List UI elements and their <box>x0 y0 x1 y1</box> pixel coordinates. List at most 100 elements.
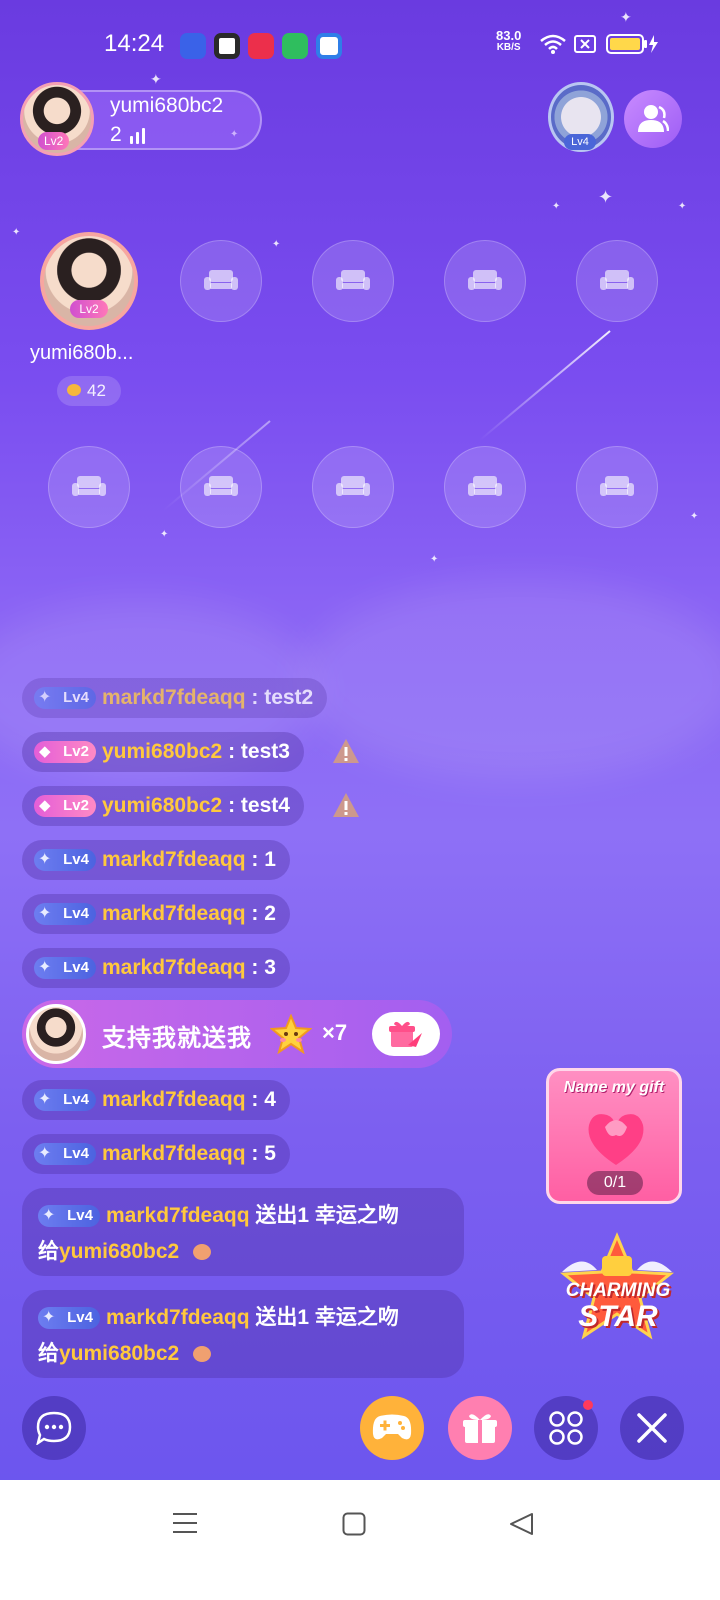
host-avatar <box>26 1004 86 1064</box>
level-badge: ✦ Lv4 <box>34 687 96 710</box>
charming-label: CHARMING <box>565 1280 671 1301</box>
chat-message[interactable]: ◆ Lv2 yumi680bc2 : test3 <box>22 732 304 772</box>
empty-seat[interactable] <box>48 446 130 528</box>
chat-message[interactable]: ◆ Lv2 yumi680bc2 : test4 <box>22 786 304 826</box>
star-decoration: ✦ <box>552 201 561 212</box>
sofa-icon <box>600 476 634 496</box>
support-count: ×7 <box>322 1020 348 1045</box>
online-count: 2 <box>110 123 122 146</box>
support-gift-banner[interactable]: 支持我就送我 ×7 <box>22 1000 452 1068</box>
people-icon <box>638 105 669 132</box>
sofa-icon <box>336 476 370 496</box>
audience-button[interactable] <box>624 90 682 148</box>
chat-message[interactable]: ✦ Lv4 markd7fdeaqq : 1 <box>22 840 290 880</box>
empty-seat[interactable] <box>576 240 658 322</box>
network-speed-unit: KB/S <box>496 42 521 53</box>
support-text: 支持我就送我 <box>102 1025 252 1052</box>
send-gift-button[interactable] <box>372 1012 440 1056</box>
video-icon <box>248 33 274 59</box>
menu-icon[interactable] <box>172 1512 198 1534</box>
gift-message[interactable]: ✦ Lv4 markd7fdeaqq 送出1 幸运之吻 给yumi680bc2 <box>22 1290 464 1378</box>
apps-grid-icon <box>549 1411 583 1445</box>
gift-action-text: 送出1 幸运之吻 <box>249 1306 399 1329</box>
chat-message[interactable]: ✦ Lv4 markd7fdeaqq : 5 <box>22 1134 290 1174</box>
gift-message[interactable]: ✦ Lv4 markd7fdeaqq 送出1 幸运之吻 给yumi680bc2 <box>22 1188 464 1276</box>
star-decoration: ✦ <box>690 511 699 522</box>
rank-level-badge: Lv4 <box>564 134 596 150</box>
network-speed-value: 83.0 <box>496 28 522 43</box>
warning-icon[interactable] <box>332 792 360 818</box>
chat-text: : 1 <box>245 848 276 871</box>
chat-message[interactable]: ✦ Lv4 markd7fdeaqq : 4 <box>22 1080 290 1120</box>
host-name: yumi680bc2 <box>110 94 224 117</box>
level-badge: ✦ Lv4 <box>34 957 96 980</box>
chat-bubble-icon <box>36 1411 72 1445</box>
chat-username[interactable]: markd7fdeaqq <box>102 1142 246 1165</box>
gift-recipient[interactable]: yumi680bc2 <box>59 1240 179 1263</box>
gamepad-icon <box>372 1414 412 1440</box>
chat-message[interactable]: ✦ Lv4 markd7fdeaqq : 2 <box>22 894 290 934</box>
chat-username[interactable]: markd7fdeaqq <box>102 686 246 709</box>
star-decoration: ✦ <box>272 239 281 250</box>
sofa-icon <box>204 270 238 290</box>
chat-username[interactable]: markd7fdeaqq <box>102 956 246 979</box>
chat-text: : 5 <box>245 1142 276 1165</box>
chat-username[interactable]: markd7fdeaqq <box>102 1088 246 1111</box>
seat-score-value: 42 <box>87 381 106 400</box>
chat-username[interactable]: markd7fdeaqq <box>106 1204 250 1227</box>
gift-recipient[interactable]: yumi680bc2 <box>59 1342 179 1365</box>
empty-seat[interactable] <box>444 446 526 528</box>
gift-button[interactable] <box>448 1396 512 1460</box>
network-speed: 83.0 KB/S <box>496 28 522 54</box>
sofa-icon <box>468 476 502 496</box>
chat-username[interactable]: markd7fdeaqq <box>102 848 246 871</box>
star-gift-icon <box>270 1014 312 1054</box>
gift-send-icon <box>389 1021 422 1047</box>
gift-icon <box>463 1414 497 1443</box>
game-button[interactable] <box>360 1396 424 1460</box>
chat-message[interactable]: ✦ Lv4 markd7fdeaqq : test2 <box>22 678 328 718</box>
chat-username[interactable]: yumi680bc2 <box>102 794 222 817</box>
chat-button[interactable] <box>22 1396 86 1460</box>
charming-star-widget[interactable]: CHARMING STAR <box>552 1232 682 1348</box>
chat-message[interactable]: ✦ Lv4 markd7fdeaqq : 3 <box>22 948 290 988</box>
bean-icon <box>67 384 81 396</box>
sofa-icon <box>204 476 238 496</box>
wifi-icon <box>540 34 566 54</box>
home-icon[interactable] <box>342 1512 366 1536</box>
empty-seat[interactable] <box>312 446 394 528</box>
chat-text: : test3 <box>222 740 290 763</box>
seat-level-badge: Lv2 <box>70 300 108 318</box>
empty-seat[interactable] <box>180 240 262 322</box>
warning-icon[interactable] <box>332 738 360 764</box>
level-badge: ✦ Lv4 <box>34 903 96 926</box>
signal-bars-icon <box>130 128 150 144</box>
empty-seat[interactable] <box>576 446 658 528</box>
back-icon[interactable] <box>508 1512 534 1536</box>
sofa-icon <box>336 270 370 290</box>
chat-username[interactable]: markd7fdeaqq <box>106 1306 250 1329</box>
app-icon <box>214 33 240 59</box>
level-badge: ✦ Lv4 <box>34 849 96 872</box>
sofa-icon <box>468 270 502 290</box>
empty-seat[interactable] <box>180 446 262 528</box>
level-badge: ✦ Lv4 <box>34 1089 96 1112</box>
seat-user-name: yumi680b... <box>30 342 134 364</box>
close-room-button[interactable] <box>620 1396 684 1460</box>
empty-seat[interactable] <box>444 240 526 322</box>
gift-to-prefix: 给 <box>38 1240 59 1263</box>
star-decoration: ✦ <box>430 554 439 565</box>
chat-username[interactable]: yumi680bc2 <box>102 740 222 763</box>
empty-seat[interactable] <box>312 240 394 322</box>
sofa-icon <box>600 270 634 290</box>
star-decoration: ✦ <box>12 227 21 238</box>
rose-gift-icon <box>588 1114 644 1165</box>
name-gift-title: Name my gift <box>563 1079 665 1096</box>
baidu-icon <box>180 33 206 59</box>
gift-to-prefix: 给 <box>38 1342 59 1365</box>
chat-username[interactable]: markd7fdeaqq <box>102 902 246 925</box>
star-decoration: ✦ <box>678 201 687 212</box>
star-decoration: ✦ <box>598 187 614 207</box>
name-gift-progress: 0/1 <box>587 1171 643 1195</box>
name-my-gift-widget[interactable]: Name my gift 0/1 <box>546 1068 682 1204</box>
